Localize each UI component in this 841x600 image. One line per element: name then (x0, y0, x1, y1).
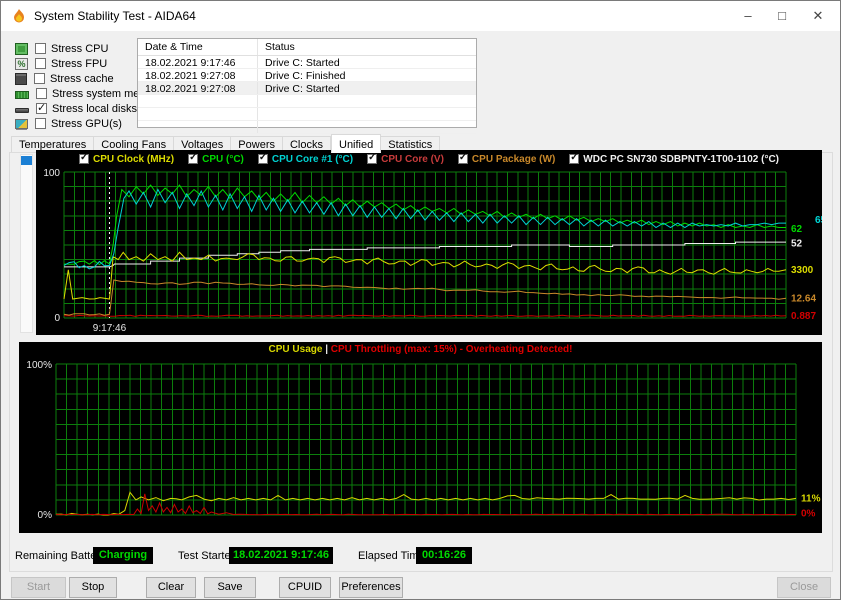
stress-gpu-checkbox[interactable]: ✓ (35, 118, 46, 129)
legend-checkbox[interactable]: ✓ (458, 154, 468, 164)
chart-title-throttling: CPU Throttling (max: 15%) - Overheating … (331, 344, 573, 355)
cpuid-button[interactable]: CPUID (279, 577, 331, 598)
stop-button[interactable]: Stop (69, 577, 117, 598)
current-value-label: 62 (791, 224, 803, 235)
table-row[interactable]: 18.02.2021 9:17:46 Drive C: Started (138, 56, 476, 69)
gpu-icon (15, 119, 28, 129)
title-bar[interactable]: System Stability Test - AIDA64 – □ ✕ (1, 1, 840, 31)
fpu-icon: % (15, 58, 28, 70)
legend-checkbox[interactable]: ✓ (188, 154, 198, 164)
tab-unified[interactable]: Unified (331, 134, 381, 153)
stress-option-fpu[interactable]: % ✓ Stress FPU (15, 56, 107, 71)
current-value-label: 0.887 (791, 311, 816, 322)
legend-cpu-core1-temp[interactable]: ✓ CPU Core #1 (°C) (258, 154, 353, 165)
legend-checkbox[interactable]: ✓ (569, 154, 579, 164)
cpu-usage-chart-panel: CPU Usage | CPU Throttling (max: 15%) - … (19, 342, 822, 533)
start-button[interactable]: Start (11, 577, 66, 598)
table-row-selected[interactable]: 18.02.2021 9:27:08 Drive C: Started (138, 82, 476, 95)
close-window-button[interactable]: ✕ (798, 1, 838, 31)
current-value-label: 12.64 (791, 293, 816, 304)
chart-title: CPU Usage | CPU Throttling (max: 15%) - … (19, 344, 822, 355)
stress-option-disks[interactable]: ✓ Stress local disks (15, 101, 137, 116)
legend-cpu-temp[interactable]: ✓ CPU (°C) (188, 154, 244, 165)
table-row-empty (138, 121, 476, 134)
chart-legend: ✓ CPU Clock (MHz) ✓ CPU (°C) ✓ CPU Core … (36, 152, 822, 166)
event-log-table[interactable]: Date & Time Status 18.02.2021 9:17:46 Dr… (137, 38, 477, 128)
current-value-label: 65 (815, 215, 822, 226)
y-axis-top-label: 100 (43, 168, 60, 179)
preferences-button[interactable]: Preferences (339, 577, 403, 598)
vertical-scale-slider[interactable] (20, 154, 33, 333)
maximize-button[interactable]: □ (762, 1, 802, 31)
unified-chart-panel: ✓ CPU Clock (MHz) ✓ CPU (°C) ✓ CPU Core … (36, 150, 822, 335)
legend-disk-temp[interactable]: ✓ WDC PC SN730 SDBPNTY-1T00-1102 (°C) (569, 154, 779, 165)
stress-disks-checkbox[interactable]: ✓ (36, 103, 47, 114)
app-window: System Stability Test - AIDA64 – □ ✕ ✓ S… (0, 0, 841, 600)
table-row-empty (138, 95, 476, 108)
stress-fpu-checkbox[interactable]: ✓ (35, 58, 46, 69)
flame-icon (11, 8, 27, 24)
stress-option-gpu[interactable]: ✓ Stress GPU(s) (15, 116, 122, 131)
memory-icon (15, 91, 29, 99)
table-row-empty (138, 108, 476, 121)
current-value-label: 11% (801, 493, 821, 504)
table-header: Date & Time Status (138, 39, 476, 56)
clear-button[interactable]: Clear (146, 577, 196, 598)
disk-icon (15, 108, 29, 113)
close-button[interactable]: Close (777, 577, 831, 598)
save-button[interactable]: Save (204, 577, 256, 598)
legend-cpu-core-voltage[interactable]: ✓ CPU Core (V) (367, 154, 444, 165)
column-header-status[interactable]: Status (258, 39, 476, 55)
stress-cache-checkbox[interactable]: ✓ (34, 73, 45, 84)
current-value-label: 3300 (791, 265, 814, 276)
legend-checkbox[interactable]: ✓ (367, 154, 377, 164)
cpu-icon (15, 43, 28, 55)
table-row[interactable]: 18.02.2021 9:27:08 Drive C: Finished (138, 69, 476, 82)
stress-memory-checkbox[interactable]: ✓ (36, 88, 47, 99)
stress-option-cpu[interactable]: ✓ Stress CPU (15, 41, 108, 56)
stress-option-cache[interactable]: ✓ Stress cache (15, 71, 114, 86)
slider-handle[interactable] (21, 156, 32, 165)
y-axis-bottom-label: 0 (54, 313, 60, 324)
time-marker-label: 9:17:46 (93, 323, 127, 334)
y-axis-top-label: 100% (26, 360, 52, 371)
cpu-usage-chart-canvas: 100% 0% 11% 0% (19, 357, 822, 533)
current-value-label: 52 (791, 239, 803, 250)
current-value-label: 0% (801, 508, 816, 519)
column-header-datetime[interactable]: Date & Time (138, 39, 258, 55)
y-axis-bottom-label: 0% (38, 510, 53, 521)
legend-checkbox[interactable]: ✓ (258, 154, 268, 164)
battery-value: Charging (93, 547, 153, 564)
test-started-value: 18.02.2021 9:17:46 (229, 547, 333, 564)
legend-cpu-clock[interactable]: ✓ CPU Clock (MHz) (79, 154, 174, 165)
cache-icon (15, 73, 27, 85)
unified-chart-canvas: 9:17:46 100 0 65 62 52 3300 12.64 0.887 (36, 166, 822, 335)
legend-cpu-package[interactable]: ✓ CPU Package (W) (458, 154, 555, 165)
legend-checkbox[interactable]: ✓ (79, 154, 89, 164)
window-title: System Stability Test - AIDA64 (34, 9, 196, 23)
chart-title-usage: CPU Usage (269, 344, 323, 355)
stress-cpu-checkbox[interactable]: ✓ (35, 43, 46, 54)
elapsed-time-value: 00:16:26 (416, 547, 472, 564)
